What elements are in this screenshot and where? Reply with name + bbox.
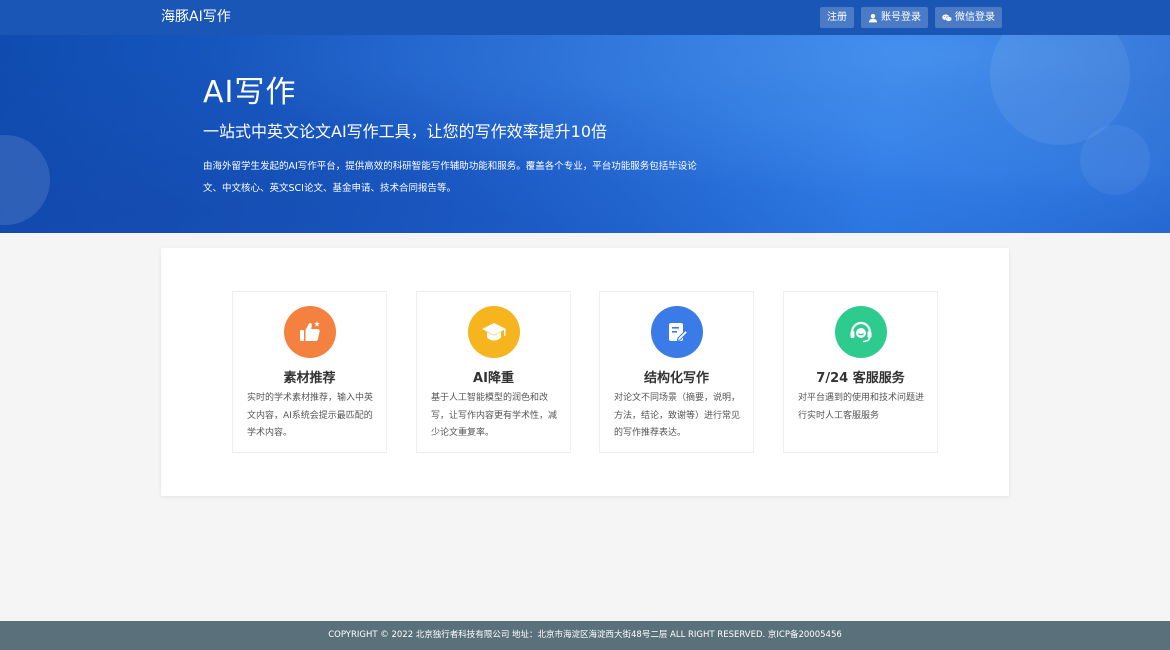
hero-decor	[0, 135, 50, 225]
user-icon	[868, 13, 878, 22]
page: 海豚AI写作 注册 账号登录 微信登录 AI写作 一站式中英文论文AI写作工具，…	[0, 0, 1170, 650]
thumbs-up-icon	[284, 306, 336, 358]
feature-description: 基于人工智能模型的润色和改写，让写作内容更有学术性，减少论文重复率。	[431, 393, 558, 438]
feature-card-customer-service[interactable]: 7/24 客服服务 对平台遇到的使用和技术问题进行实时人工客服服务	[783, 291, 938, 453]
edit-document-glyph	[669, 323, 689, 342]
footer: COPYRIGHT © 2022 北京独行者科技有限公司 地址：北京市海淀区海淀…	[0, 621, 1170, 650]
graduation-cap-glyph	[482, 323, 506, 341]
hero-title: AI写作	[203, 75, 297, 110]
nav-actions: 注册 账号登录 微信登录	[820, 7, 1002, 28]
feature-description: 对平台遇到的使用和技术问题进行实时人工客服服务	[798, 393, 925, 421]
brand-logo-text[interactable]: 海豚AI写作	[161, 0, 231, 35]
footer-copyright: COPYRIGHT © 2022 北京独行者科技有限公司 地址：北京市海淀区海淀…	[328, 630, 842, 640]
account-login-button[interactable]: 账号登录	[861, 7, 928, 28]
register-label: 注册	[827, 12, 847, 23]
top-navbar: 海豚AI写作 注册 账号登录 微信登录	[0, 0, 1170, 35]
hero-decor	[1080, 125, 1150, 195]
edit-document-icon	[651, 306, 703, 358]
wechat-login-label: 微信登录	[955, 12, 995, 23]
feature-title: 素材推荐	[283, 371, 336, 386]
wechat-login-button[interactable]: 微信登录	[935, 7, 1002, 28]
feature-title: 7/24 客服服务	[816, 371, 905, 386]
customer-service-icon	[835, 306, 887, 358]
feature-card-structured-writing[interactable]: 结构化写作 对论文不同场景（摘要，说明，方法，结论，致谢等）进行常见的写作推荐表…	[599, 291, 754, 453]
feature-description: 对论文不同场景（摘要，说明，方法，结论，致谢等）进行常见的写作推荐表达。	[614, 393, 741, 438]
feature-description: 实时的学术素材推荐，输入中英文内容，AI系统会提示最匹配的学术内容。	[247, 393, 374, 438]
graduation-cap-icon	[468, 306, 520, 358]
feature-card-material[interactable]: 素材推荐 实时的学术素材推荐，输入中英文内容，AI系统会提示最匹配的学术内容。	[232, 291, 387, 453]
feature-card-ai-rewrite[interactable]: AI降重 基于人工智能模型的润色和改写，让写作内容更有学术性，减少论文重复率。	[416, 291, 571, 453]
hero-description: 由海外留学生发起的AI写作平台，提供高效的科研智能写作辅助功能和服务。覆盖各个专…	[203, 161, 697, 194]
hero-banner: AI写作 一站式中英文论文AI写作工具，让您的写作效率提升10倍 由海外留学生发…	[0, 35, 1170, 233]
features-panel: 素材推荐 实时的学术素材推荐，输入中英文内容，AI系统会提示最匹配的学术内容。 …	[161, 248, 1009, 496]
wechat-icon	[942, 14, 952, 22]
account-login-label: 账号登录	[881, 12, 921, 23]
thumbs-up-glyph	[300, 321, 320, 341]
register-button[interactable]: 注册	[820, 7, 854, 28]
hero-subtitle: 一站式中英文论文AI写作工具，让您的写作效率提升10倍	[203, 122, 608, 141]
feature-title: AI降重	[473, 371, 514, 386]
feature-title: 结构化写作	[643, 371, 709, 386]
headset-glyph	[850, 321, 872, 343]
